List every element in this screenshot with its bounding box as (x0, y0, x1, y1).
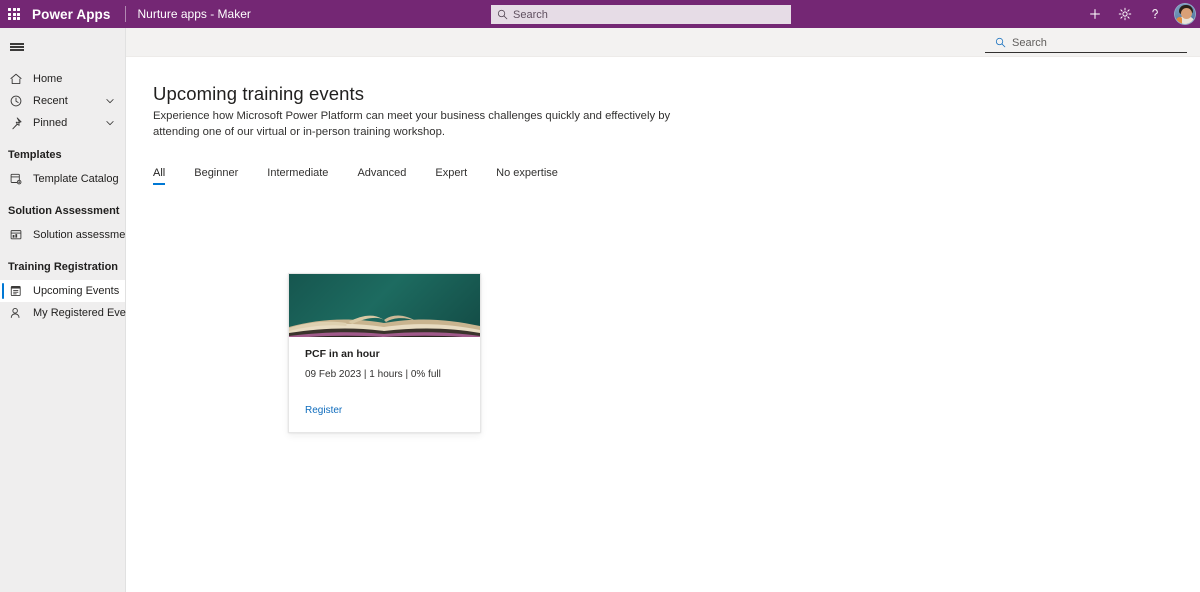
sidebar-item-label: Upcoming Events (33, 285, 120, 297)
sidebar-item-label: Pinned (33, 117, 68, 129)
content-search-input[interactable] (1012, 36, 1187, 49)
sidebar-item-label: Recent (33, 95, 68, 107)
sidebar-item-solution-assessment[interactable]: Solution assessment (0, 224, 135, 246)
sidebar-item-label: Home (33, 73, 63, 85)
event-card-body: PCF in an hour 09 Feb 2023 | 1 hours | 0… (289, 337, 480, 380)
sidebar-item-my-registered-events[interactable]: My Registered Events (0, 302, 141, 324)
gear-icon[interactable] (1110, 0, 1140, 28)
tab-advanced[interactable]: Advanced (357, 167, 406, 185)
chevron-down-icon[interactable] (105, 118, 115, 128)
pin-icon (8, 115, 24, 131)
event-card-meta: 09 Feb 2023 | 1 hours | 0% full (305, 369, 441, 380)
event-card-image (289, 274, 480, 337)
register-link[interactable]: Register (305, 405, 342, 416)
expertise-filter-tabs: All Beginner Intermediate Advanced Exper… (153, 159, 587, 185)
event-card-title: PCF in an hour (305, 348, 380, 360)
hamburger-icon[interactable] (2, 32, 32, 62)
waffle-grid (7, 7, 21, 21)
app-header: Power Apps Nurture apps - Maker (0, 0, 1200, 28)
header-search-input[interactable] (513, 8, 785, 21)
question-icon[interactable] (1140, 0, 1170, 28)
sidebar-item-template-catalog[interactable]: Template Catalog (0, 168, 125, 190)
environment-name[interactable]: Nurture apps - Maker (138, 7, 251, 21)
solution-assessment-icon (8, 227, 24, 243)
plus-icon[interactable] (1080, 0, 1110, 28)
tab-expert[interactable]: Expert (435, 167, 467, 185)
home-icon (8, 71, 24, 87)
tab-no-expertise[interactable]: No expertise (496, 167, 558, 185)
sidebar-item-label: Solution assessment (33, 229, 135, 241)
waffle-icon[interactable] (0, 0, 28, 28)
event-card[interactable]: PCF in an hour 09 Feb 2023 | 1 hours | 0… (288, 273, 481, 433)
avatar[interactable] (1170, 0, 1200, 28)
sidebar-group-title-training-registration: Training Registration (8, 261, 119, 273)
brand-title[interactable]: Power Apps (32, 7, 111, 22)
search-icon (497, 9, 508, 20)
command-bar (126, 28, 1200, 57)
clock-icon (8, 93, 24, 109)
sidebar-item-label: My Registered Events (33, 307, 141, 319)
header-actions (1080, 0, 1200, 28)
open-book-illustration (289, 315, 480, 337)
sidebar-item-pinned[interactable]: Pinned (0, 112, 125, 134)
person-icon (8, 305, 24, 321)
template-catalog-icon (8, 171, 24, 187)
content-search[interactable] (985, 33, 1187, 53)
header-search[interactable] (491, 5, 791, 24)
header-divider (124, 6, 126, 22)
page-description: Experience how Microsoft Power Platform … (153, 110, 671, 138)
tab-intermediate[interactable]: Intermediate (267, 167, 328, 185)
tab-beginner[interactable]: Beginner (194, 167, 238, 185)
sidebar-item-label: Template Catalog (33, 173, 119, 185)
sidebar-item-recent[interactable]: Recent (0, 90, 125, 112)
sidebar: Home Recent Pinned Templates Template Ca… (0, 28, 141, 592)
sidebar-group-title-templates: Templates (8, 149, 62, 161)
sidebar-group-title-solution-assessment: Solution Assessment (8, 205, 120, 217)
page-title: Upcoming training events (153, 83, 365, 104)
tab-all[interactable]: All (153, 167, 166, 185)
sidebar-item-upcoming-events[interactable]: Upcoming Events (0, 280, 125, 302)
avatar-image (1174, 3, 1196, 25)
chevron-down-icon[interactable] (105, 96, 115, 106)
sidebar-item-home[interactable]: Home (0, 68, 125, 90)
search-icon (995, 37, 1006, 48)
calendar-list-icon (8, 283, 24, 299)
main-content: Upcoming training events Experience how … (126, 57, 1200, 592)
